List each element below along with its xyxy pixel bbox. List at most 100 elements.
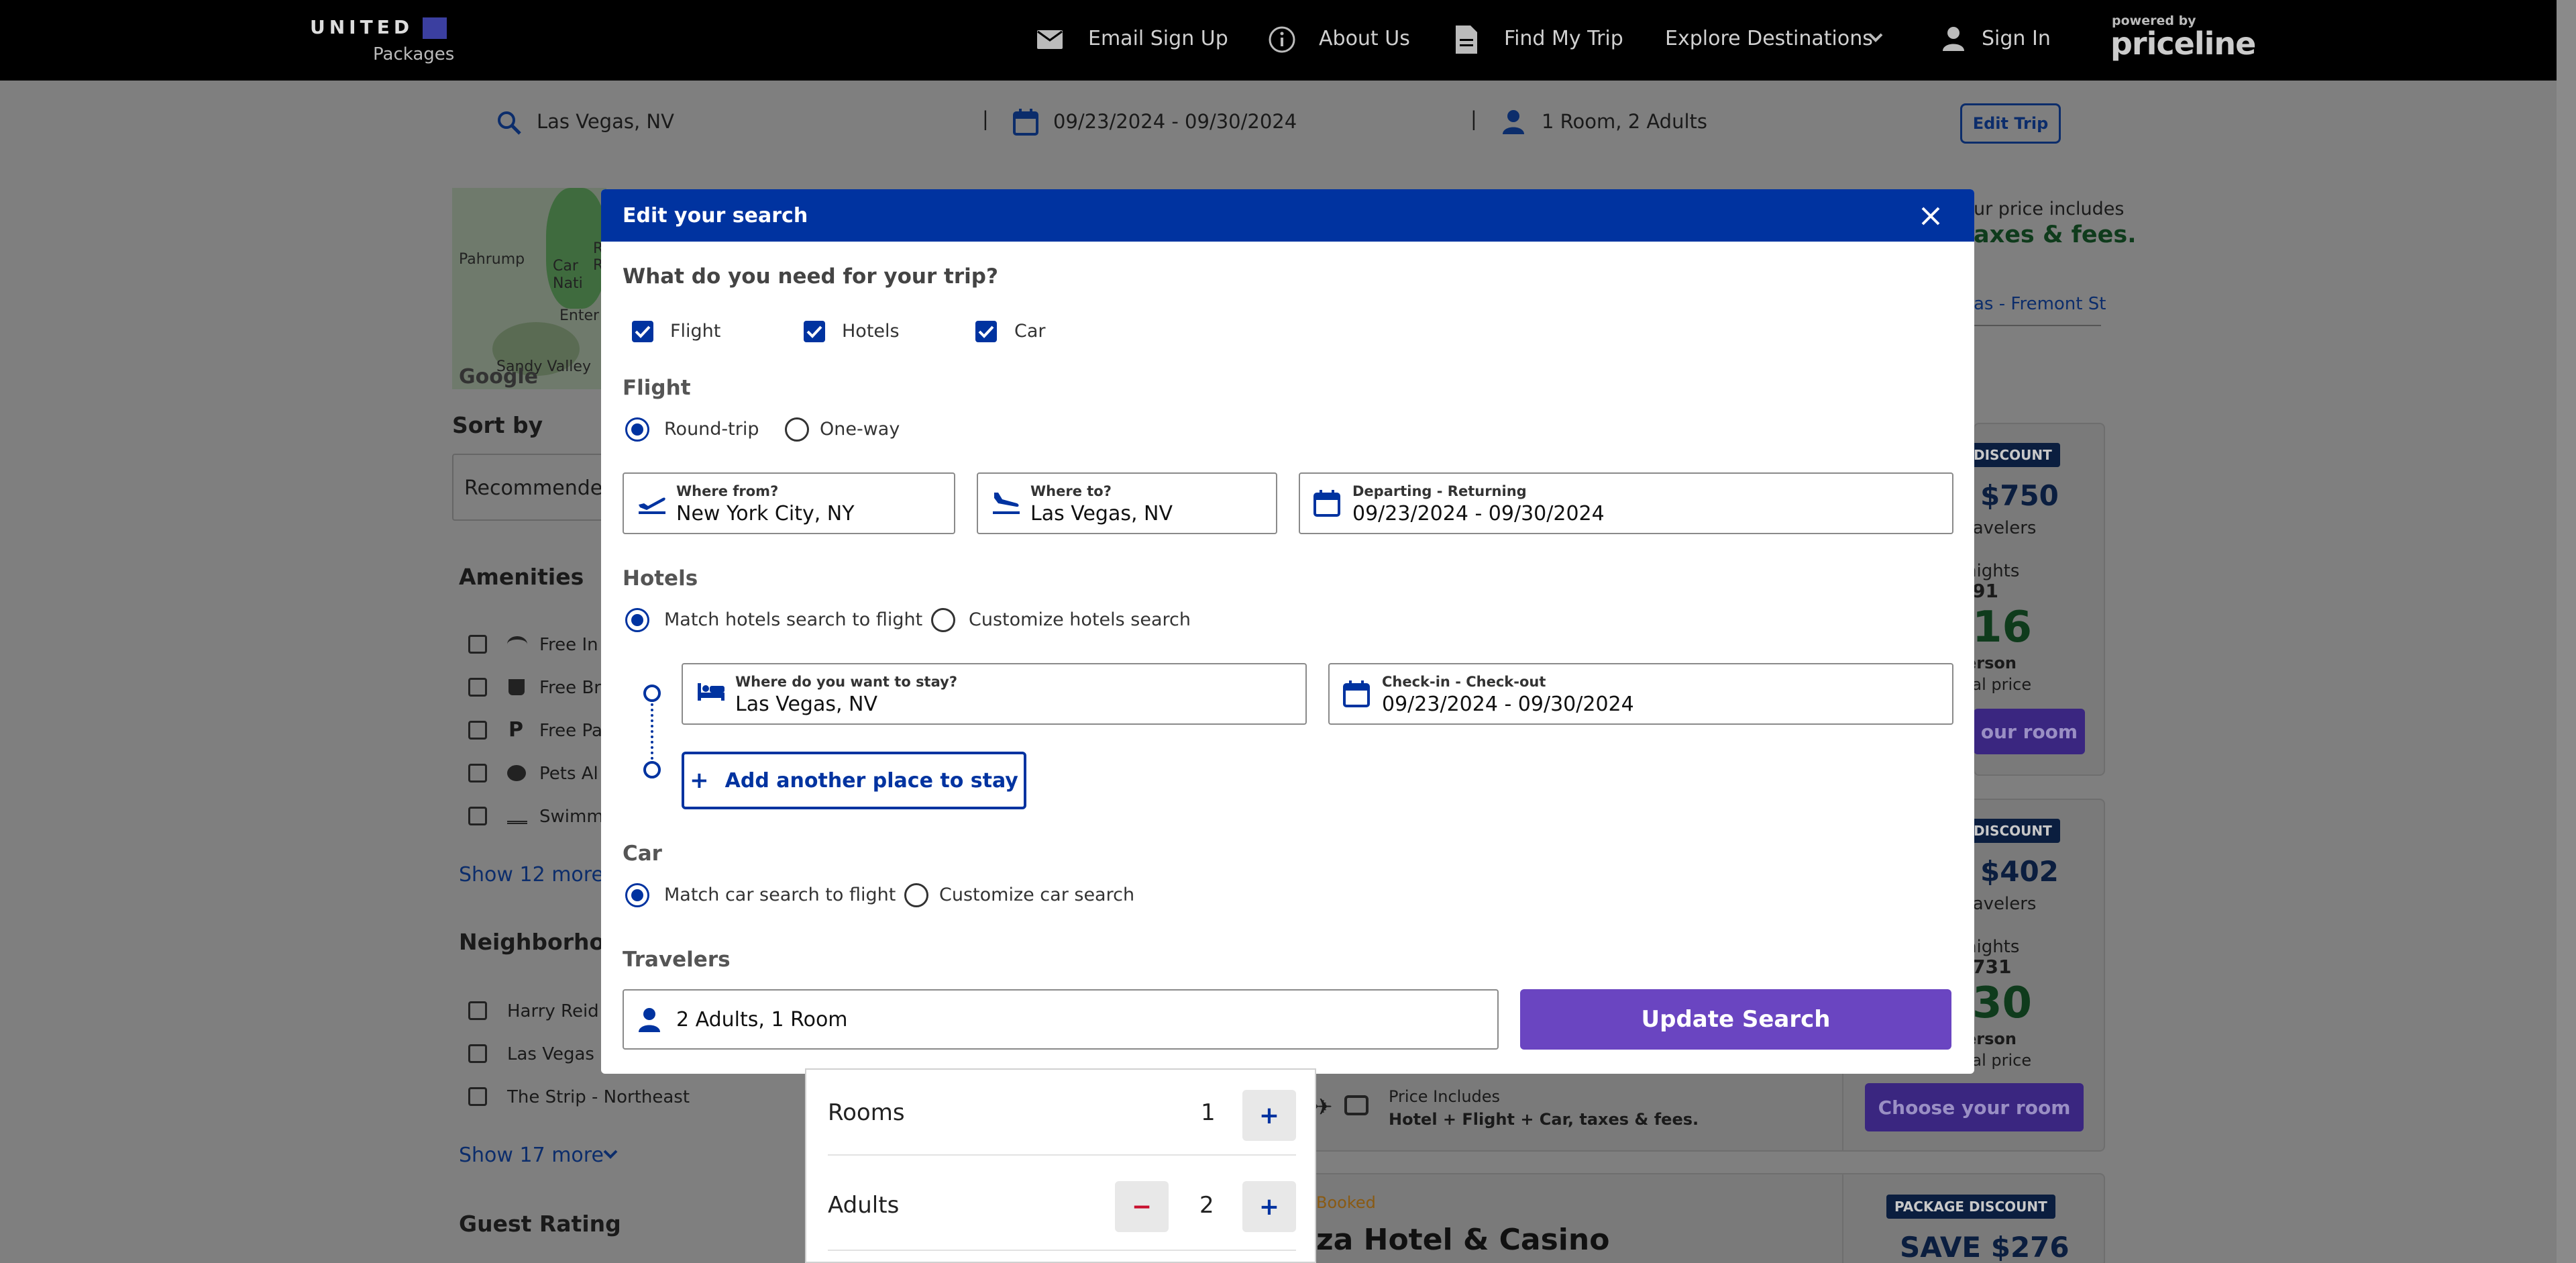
price-note-line-1: ur price includes [1974, 199, 2125, 219]
amenity-checkbox[interactable] [468, 807, 487, 825]
customize-car-radio[interactable] [904, 883, 928, 907]
location-link[interactable]: as - Fremont St [1974, 294, 2106, 314]
old-price: 731 [1972, 956, 2012, 978]
price-includes-detail: Hotel + Flight + Car, taxes & fees. [1389, 1110, 1699, 1129]
map-label: Enter [559, 307, 600, 324]
neighborhoods-show-more-link[interactable]: Show 17 more [459, 1144, 604, 1167]
close-button[interactable] [1917, 203, 1944, 230]
page-scrollbar[interactable] [2557, 0, 2576, 1263]
customize-hotels-label: Customize hotels search [969, 609, 1191, 630]
find-my-trip-link[interactable]: Find My Trip [1504, 27, 1623, 50]
old-price: 91 [1972, 580, 1998, 602]
add-place-button[interactable]: + Add another place to stay [682, 752, 1026, 809]
round-trip-radio[interactable] [625, 417, 649, 442]
savings-amount: SAVE $276 [1900, 1231, 2070, 1263]
strip-divider: | [982, 107, 989, 130]
about-us-link[interactable]: About Us [1319, 27, 1410, 50]
map-label: Pahrump [459, 251, 525, 268]
hotels-checkbox[interactable] [804, 321, 825, 342]
coffee-icon [508, 679, 525, 695]
flight-checkbox[interactable] [632, 321, 653, 342]
edit-trip-button[interactable]: Edit Trip [1960, 103, 2061, 144]
edit-search-modal: Edit your search What do you need for yo… [601, 189, 1974, 1074]
travelers-value: 2 Adults, 1 Room [676, 1008, 848, 1031]
update-search-button[interactable]: Update Search [1520, 989, 1951, 1050]
modal-title: Edit your search [623, 204, 808, 228]
hotel-destination-field[interactable]: Where do you want to stay? Las Vegas, NV [682, 663, 1307, 725]
bed-icon [696, 680, 726, 702]
discount-badge: DISCOUNT [1966, 443, 2060, 467]
map-thumbnail[interactable]: Pahrump Red R Car Nati Enter Sandy Valle… [452, 188, 606, 389]
brand-name: UNITED [310, 16, 414, 38]
add-place-label: Add another place to stay [724, 768, 1018, 793]
flight-dates-field[interactable]: Departing - Returning 09/23/2024 - 09/30… [1299, 472, 1953, 534]
chevron-down-icon[interactable] [602, 1149, 619, 1160]
rooms-increment-button[interactable]: + [1242, 1090, 1296, 1141]
amenity-checkbox[interactable] [468, 678, 487, 697]
wifi-icon [507, 636, 527, 652]
savings-amount: $402 [1980, 855, 2059, 888]
amenity-checkbox[interactable] [468, 764, 487, 782]
hotels-section-title: Hotels [623, 566, 698, 591]
top-nav: UNITED Packages Email Sign Up About Us F… [0, 0, 2557, 81]
price-note-line-2: axes & fees. [1974, 221, 2137, 248]
neighborhood-checkbox[interactable] [468, 1044, 487, 1063]
sort-select[interactable]: Recommende [452, 454, 606, 521]
where-from-field[interactable]: Where from? New York City, NY [623, 472, 955, 534]
strip-guests: 1 Room, 2 Adults [1542, 110, 1708, 133]
amenities-show-more-link[interactable]: Show 12 more [459, 863, 604, 887]
amenity-checkbox[interactable] [468, 721, 487, 740]
rooms-label: Rooms [828, 1099, 905, 1126]
plane-takeoff-icon [637, 490, 667, 514]
sign-in-link[interactable]: Sign In [1982, 27, 2051, 50]
explore-destinations-menu[interactable]: Explore Destinations [1665, 27, 1873, 50]
adults-decrement-button[interactable]: − [1115, 1181, 1169, 1232]
neighborhood-checkbox[interactable] [468, 1001, 487, 1020]
flight-section-title: Flight [623, 376, 691, 400]
user-icon [1941, 26, 1966, 52]
match-car-label: Match car search to flight [664, 885, 896, 905]
match-car-radio[interactable] [625, 883, 649, 907]
car-checkbox[interactable] [975, 321, 997, 342]
rooms-value: 1 [1201, 1099, 1216, 1126]
amenities-title: Amenities [459, 564, 584, 590]
discount-badge: PACKAGE DISCOUNT [1886, 1195, 2055, 1219]
pool-icon [507, 808, 527, 824]
hotel-name[interactable]: za Hotel & Casino [1316, 1223, 1609, 1257]
amenity-label: Free Br [539, 678, 601, 698]
sort-by-label: Sort by [452, 412, 543, 438]
where-from-label: Where from? [676, 483, 779, 499]
neighborhood-label: Las Vegas S [507, 1044, 611, 1064]
trip-needs-question: What do you need for your trip? [623, 264, 998, 289]
adults-label: Adults [828, 1192, 900, 1219]
sort-select-value: Recommende [464, 476, 603, 500]
flight-dates-value: 09/23/2024 - 09/30/2024 [1352, 502, 1605, 525]
choose-room-button[interactable]: Choose your room [1865, 1083, 2084, 1131]
travelers-field[interactable]: 2 Adults, 1 Room [623, 989, 1499, 1050]
round-trip-label: Round-trip [664, 419, 759, 440]
adults-increment-button[interactable]: + [1242, 1181, 1296, 1232]
map-label: Car [553, 258, 578, 274]
plus-icon: + [1258, 1193, 1280, 1221]
total-price-note: tal price [1966, 1051, 2032, 1070]
choose-room-button[interactable]: our room [1974, 709, 2085, 754]
match-hotels-radio[interactable] [625, 608, 649, 632]
car-section-title: Car [623, 842, 662, 866]
one-way-label: One-way [820, 419, 900, 440]
calendar-icon [1013, 109, 1038, 136]
brand-sub: Packages [373, 44, 455, 64]
where-to-field[interactable]: Where to? Las Vegas, NV [977, 472, 1277, 534]
map-label: Nati [553, 275, 583, 292]
amenity-checkbox[interactable] [468, 635, 487, 654]
chevron-down-icon[interactable] [1868, 32, 1884, 43]
customize-hotels-radio[interactable] [931, 608, 955, 632]
email-signup-link[interactable]: Email Sign Up [1088, 27, 1228, 50]
calendar-icon [1313, 490, 1340, 517]
brand-logo[interactable]: UNITED Packages [310, 16, 455, 67]
neighborhood-title: Neighborhoo [459, 929, 620, 955]
paw-icon [507, 765, 526, 781]
hotel-dates-field[interactable]: Check-in - Check-out 09/23/2024 - 09/30/… [1328, 663, 1953, 725]
one-way-radio[interactable] [785, 417, 809, 442]
google-logo: Google [459, 365, 538, 389]
neighborhood-checkbox[interactable] [468, 1087, 487, 1106]
